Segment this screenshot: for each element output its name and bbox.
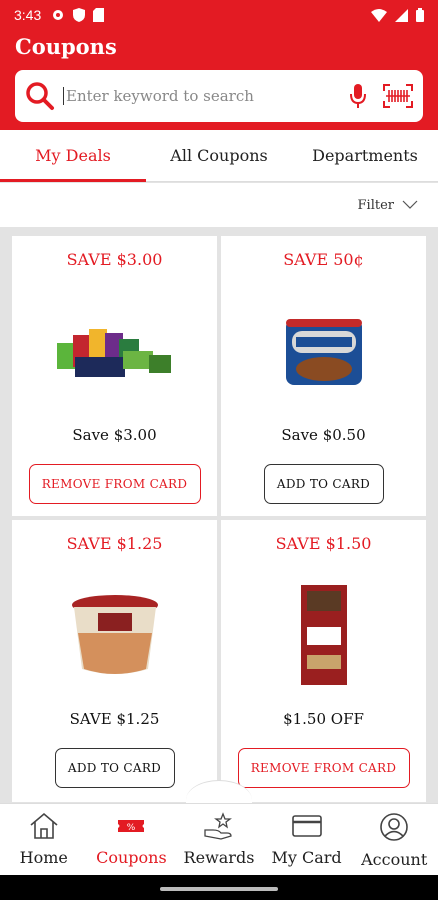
bottom-navigation: Home % Coupons Rewards My Card Account	[0, 803, 438, 875]
card-icon	[291, 815, 322, 837]
nav-my-card[interactable]: My Card	[263, 804, 351, 875]
svg-text:%: %	[127, 823, 136, 833]
barcode-scan-icon[interactable]	[383, 84, 413, 108]
product-image-coffee	[221, 575, 426, 695]
search-icon[interactable]	[25, 81, 55, 111]
deal-tabs: My Deals All Coupons Departments	[0, 130, 438, 182]
nav-my-card-label: My Card	[271, 848, 342, 867]
tab-departments[interactable]: Departments	[292, 130, 438, 181]
account-icon	[380, 813, 408, 841]
status-bar: 3:43	[0, 0, 438, 30]
home-gesture-handle[interactable]	[160, 887, 278, 891]
app-bar: Coupons Enter keyword to search	[0, 30, 438, 130]
coupon-card[interactable]: SAVE 50¢ Save $0.50 ADD TO CARD	[221, 236, 426, 516]
filter-bar: Filter	[0, 183, 438, 227]
add-to-card-button[interactable]: ADD TO CARD	[54, 748, 175, 788]
nav-home-label: Home	[19, 848, 68, 867]
coupon-card[interactable]: SAVE $1.25 SAVE $1.25 ADD TO CARD	[12, 520, 217, 802]
filter-button[interactable]: Filter	[358, 198, 394, 213]
tab-my-deals[interactable]: My Deals	[0, 130, 146, 182]
nav-rewards[interactable]: Rewards	[175, 804, 263, 875]
wifi-icon	[371, 8, 387, 22]
product-image-parmesan	[12, 575, 217, 695]
sim-icon	[93, 8, 105, 22]
coupon-save-amount: SAVE $1.50	[275, 534, 372, 553]
chevron-down-icon[interactable]	[402, 200, 418, 210]
coupon-description: Save $0.50	[281, 426, 366, 444]
remove-from-card-button[interactable]: REMOVE FROM CARD	[237, 748, 410, 788]
page-title: Coupons	[15, 34, 117, 59]
status-time: 3:43	[14, 7, 42, 23]
product-image-almonds	[221, 291, 426, 411]
nav-rewards-label: Rewards	[183, 848, 255, 867]
remove-from-card-button[interactable]: REMOVE FROM CARD	[28, 464, 201, 504]
search-bar[interactable]: Enter keyword to search	[15, 70, 423, 122]
product-image-snack-bundle	[12, 291, 217, 411]
nav-coupons-label: Coupons	[96, 848, 167, 867]
nav-home[interactable]: Home	[0, 804, 88, 875]
system-gesture-bar	[0, 875, 438, 900]
coupon-icon: %	[118, 820, 145, 833]
settings-icon	[53, 10, 64, 20]
coupon-save-amount: SAVE $3.00	[66, 250, 163, 269]
coupon-description: SAVE $1.25	[69, 710, 160, 728]
nav-account[interactable]: Account	[350, 804, 438, 875]
coupon-card[interactable]: SAVE $1.50 $1.50 OFF REMOVE FROM CARD	[221, 520, 426, 802]
signal-icon	[395, 8, 408, 22]
rewards-icon	[204, 812, 232, 840]
coupon-save-amount: SAVE $1.25	[66, 534, 163, 553]
home-icon	[30, 812, 58, 839]
coupon-save-amount: SAVE 50¢	[283, 250, 364, 269]
nav-coupons[interactable]: % Coupons	[88, 804, 176, 875]
add-to-card-button[interactable]: ADD TO CARD	[263, 464, 384, 504]
coupon-description: Save $3.00	[72, 426, 157, 444]
coupon-description: $1.50 OFF	[283, 710, 364, 728]
shield-icon	[73, 8, 86, 22]
search-input[interactable]: Enter keyword to search	[63, 87, 349, 105]
nav-account-label: Account	[361, 850, 428, 869]
coupon-card[interactable]: SAVE $3.00 Save $3.00 REMOVE FROM CARD	[12, 236, 217, 516]
microphone-icon[interactable]	[349, 83, 367, 109]
tab-all-coupons[interactable]: All Coupons	[146, 130, 292, 181]
battery-icon	[416, 8, 424, 22]
